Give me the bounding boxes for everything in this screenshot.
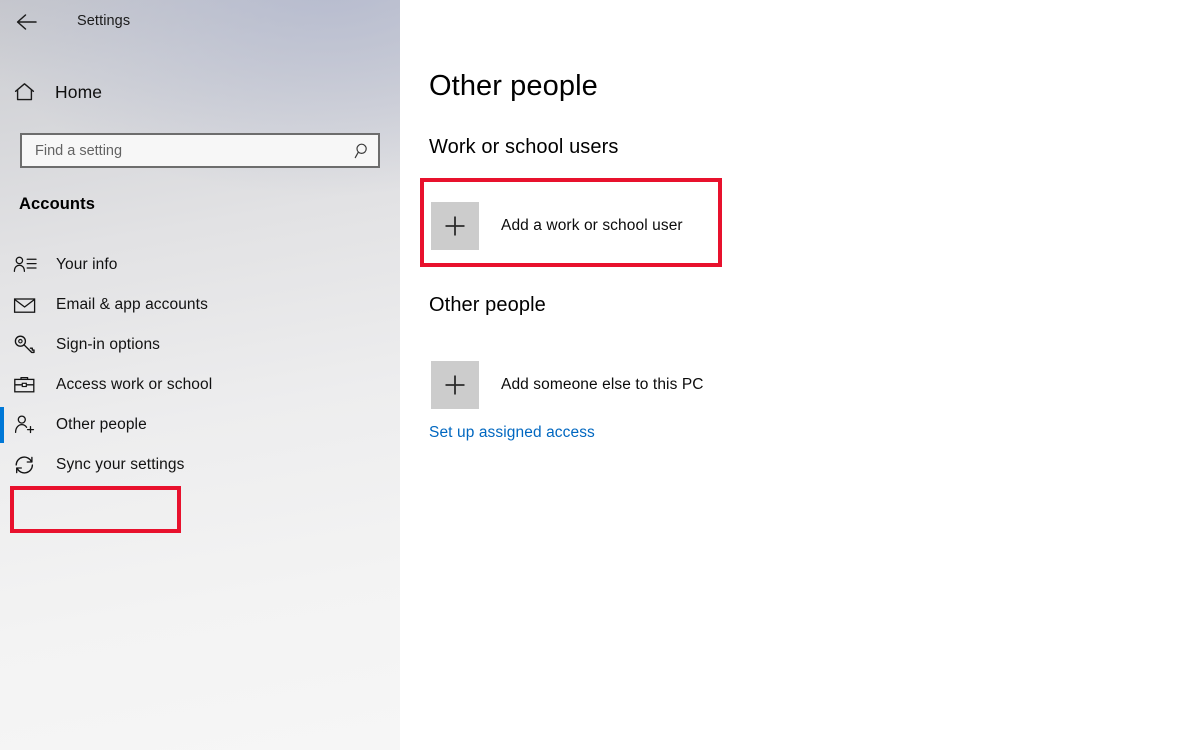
sync-icon xyxy=(13,453,37,477)
sidebar-nav: Your info Email & app accounts Sign-in o… xyxy=(0,245,400,485)
sidebar-item-sync-your-settings-label: Sync your settings xyxy=(56,456,185,473)
page-title: Other people xyxy=(429,70,598,102)
search-icon[interactable] xyxy=(348,135,378,166)
sidebar-item-email-app-accounts[interactable]: Email & app accounts xyxy=(0,285,380,325)
add-work-or-school-user-label: Add a work or school user xyxy=(501,217,683,234)
sidebar-item-your-info-label: Your info xyxy=(56,256,118,273)
sidebar-item-other-people[interactable]: Other people xyxy=(0,405,380,445)
sidebar-item-email-app-accounts-label: Email & app accounts xyxy=(56,296,208,313)
sidebar-item-other-people-label: Other people xyxy=(56,416,147,433)
plus-icon xyxy=(431,361,479,409)
add-user-icon xyxy=(13,413,37,437)
sidebar-item-your-info[interactable]: Your info xyxy=(0,245,380,285)
settings-window: Settings Home Accounts xyxy=(0,0,1200,750)
briefcase-icon xyxy=(13,373,37,397)
selection-indicator xyxy=(0,407,4,443)
sidebar-heading-accounts: Accounts xyxy=(19,195,95,213)
title-bar: Settings xyxy=(0,0,400,44)
search-box[interactable] xyxy=(20,133,380,168)
group-title-other-people: Other people xyxy=(429,294,546,316)
key-icon xyxy=(13,333,37,357)
group-title-work-or-school-users: Work or school users xyxy=(429,136,619,158)
search-input[interactable] xyxy=(22,135,348,166)
set-up-assigned-access-link[interactable]: Set up assigned access xyxy=(429,424,595,442)
sidebar: Settings Home Accounts xyxy=(0,0,400,750)
home-icon xyxy=(13,81,35,103)
main-content: Other people Work or school users Add a … xyxy=(400,0,1200,750)
back-arrow-icon[interactable] xyxy=(10,6,44,38)
add-work-or-school-user-button[interactable]: Add a work or school user xyxy=(431,202,683,250)
plus-icon xyxy=(431,202,479,250)
envelope-icon xyxy=(13,293,37,317)
add-someone-else-button[interactable]: Add someone else to this PC xyxy=(431,361,704,409)
sidebar-item-home-label: Home xyxy=(55,81,103,102)
sidebar-item-sync-your-settings[interactable]: Sync your settings xyxy=(0,445,380,485)
sidebar-item-home[interactable]: Home xyxy=(0,76,380,108)
user-info-icon xyxy=(13,253,37,277)
add-someone-else-label: Add someone else to this PC xyxy=(501,376,704,393)
sidebar-item-access-work-or-school[interactable]: Access work or school xyxy=(0,365,380,405)
sidebar-item-sign-in-options[interactable]: Sign-in options xyxy=(0,325,380,365)
sidebar-item-access-work-or-school-label: Access work or school xyxy=(56,376,213,393)
app-title: Settings xyxy=(77,13,131,29)
sidebar-item-sign-in-options-label: Sign-in options xyxy=(56,336,161,353)
